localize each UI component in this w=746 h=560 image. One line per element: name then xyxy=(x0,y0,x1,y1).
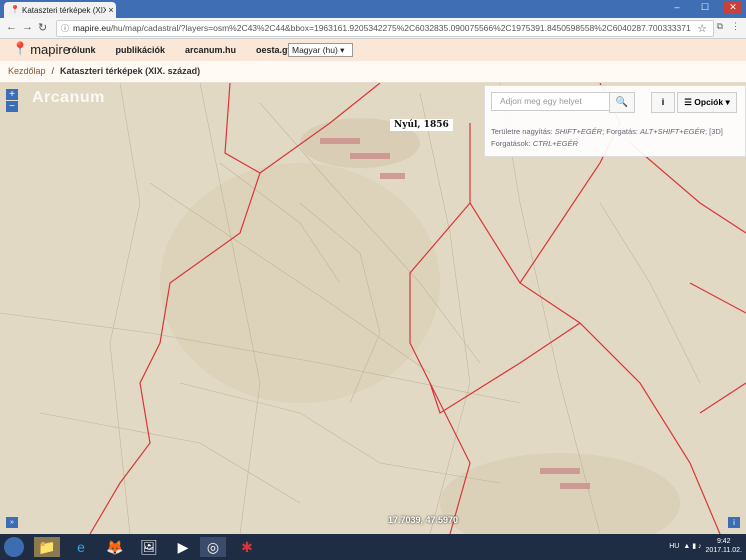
main-menu: rólunk publikációk arcanum.hu oesta.gv.a… xyxy=(68,45,302,55)
breadcrumb: Kezdőlap / Kataszteri térképek (XIX. száza… xyxy=(0,61,746,83)
tab-title: Kataszteri térképek (XIX. xyxy=(22,5,106,15)
language-select[interactable]: Magyar (hu) ▾ xyxy=(288,43,353,57)
logo-text: mapire xyxy=(30,41,70,57)
close-window-icon[interactable]: ✕ xyxy=(724,2,742,13)
url-path: /hu/map/cadastral/?layers=osm%2C43%2C44&… xyxy=(110,23,691,33)
os-taskbar: 📁 e 🦊 🖼 ▶ ◎ ✱ HU ▲ ▮ ♪ 9:42 2017.11.02. xyxy=(0,534,746,560)
system-tray: HU ▲ ▮ ♪ 9:42 2017.11.02. xyxy=(669,537,742,555)
address-toolbar: ← → ↻ ⓘ mapire.eu/hu/map/cadastral/?layer… xyxy=(0,18,746,39)
maximize-icon[interactable]: ☐ xyxy=(696,2,714,13)
breadcrumb-separator: / xyxy=(51,66,55,76)
tray-language[interactable]: HU xyxy=(669,543,679,550)
clock-time: 9:42 xyxy=(716,538,731,545)
app-icon[interactable]: ✱ xyxy=(234,537,260,557)
sidebar-toggle-icon[interactable]: » xyxy=(6,517,18,528)
map-canvas[interactable]: + − Arcanum Nyúl, 1856 Adjon meg egy hel… xyxy=(0,83,746,534)
breadcrumb-current: Kataszteri térképek (XIX. század) xyxy=(60,66,201,76)
site-logo[interactable]: 📍 mapire xyxy=(12,41,70,57)
extension-icon[interactable]: ⧉ xyxy=(717,21,723,32)
tray-clock[interactable]: 9:42 2017.11.02. xyxy=(706,537,742,555)
clock-date: 2017.11.02. xyxy=(705,547,742,554)
browser-tab[interactable]: 📍 Kataszteri térképek (XIX. × xyxy=(4,2,116,18)
keyboard-hint: Területre nagyítás: SHIFT+EGÉR; Forgatás… xyxy=(491,126,741,150)
hint-rotate-label: ; Forgatás: xyxy=(602,127,641,136)
list-icon: ☰ xyxy=(684,97,695,107)
map-place-label: Nyúl, 1856 xyxy=(390,119,453,131)
tray-icons[interactable]: ▲ ▮ ♪ xyxy=(683,542,701,550)
media-player-icon[interactable]: ▶ xyxy=(170,537,196,557)
extension-icons: ⧉ ⋮ xyxy=(717,21,740,32)
bookmark-star-icon[interactable]: ☆ xyxy=(697,22,707,36)
mapire-favicon-icon: 📍 xyxy=(10,5,20,14)
options-label: Opciók ▾ xyxy=(694,97,730,107)
menu-item-arcanum[interactable]: arcanum.hu xyxy=(185,45,236,55)
hint-rotate-key: ALT+SHIFT+EGÉR xyxy=(640,127,705,136)
reload-icon[interactable]: ↻ xyxy=(38,21,47,34)
hint-zoom-label: Területre nagyítás: xyxy=(491,127,555,136)
window-controls: – ☐ ✕ xyxy=(668,2,742,13)
minimize-icon[interactable]: – xyxy=(668,2,686,13)
zoom-controls: + − xyxy=(6,89,18,113)
site-header: 📍 mapire rólunk publikációk arcanum.hu o… xyxy=(0,39,746,61)
start-button-icon[interactable] xyxy=(4,537,24,557)
zoom-out-button[interactable]: − xyxy=(6,101,18,112)
hint-zoom-key: SHIFT+EGÉR xyxy=(554,127,603,136)
internet-explorer-icon[interactable]: e xyxy=(68,537,94,557)
breadcrumb-home-link[interactable]: Kezdőlap xyxy=(8,66,46,76)
browser-tabbar: 📍 Kataszteri térképek (XIX. × – ☐ ✕ xyxy=(0,0,746,18)
menu-item-publikaciok[interactable]: publikációk xyxy=(116,45,166,55)
tab-close-icon[interactable]: × xyxy=(106,5,116,15)
arcanum-watermark: Arcanum xyxy=(32,89,105,106)
forward-icon[interactable]: → xyxy=(22,21,33,33)
back-icon[interactable]: ← xyxy=(6,21,17,33)
cursor-coordinates: 17.7039, 47.5970 xyxy=(388,515,459,525)
map-info-icon[interactable]: i xyxy=(728,517,740,528)
place-search-input[interactable]: Adjon meg egy helyet xyxy=(491,92,615,111)
info-icon[interactable]: i xyxy=(651,92,675,113)
zoom-in-button[interactable]: + xyxy=(6,89,18,100)
file-explorer-icon[interactable]: 📁 xyxy=(34,537,60,557)
menu-item-rolunk[interactable]: rólunk xyxy=(68,45,96,55)
chrome-icon[interactable]: ◎ xyxy=(200,537,226,557)
page-info-icon[interactable]: ⓘ xyxy=(61,21,71,36)
image-viewer-icon[interactable]: 🖼 xyxy=(136,537,162,557)
url-field[interactable]: ⓘ mapire.eu/hu/map/cadastral/?layers=osm%… xyxy=(56,20,714,37)
browser-menu-icon[interactable]: ⋮ xyxy=(731,21,740,32)
hint-3d-key: CTRL+EGÉR xyxy=(532,139,578,148)
url-host: mapire.eu xyxy=(73,23,111,33)
firefox-icon[interactable]: 🦊 xyxy=(102,537,128,557)
logo-pin-icon: 📍 xyxy=(12,41,29,56)
search-icon[interactable]: 🔍 xyxy=(609,92,635,113)
options-button[interactable]: ☰ Opciók ▾ xyxy=(677,92,737,113)
search-panel: Adjon meg egy helyet 🔍 i ☰ Opciók ▾ Terü… xyxy=(484,85,746,157)
